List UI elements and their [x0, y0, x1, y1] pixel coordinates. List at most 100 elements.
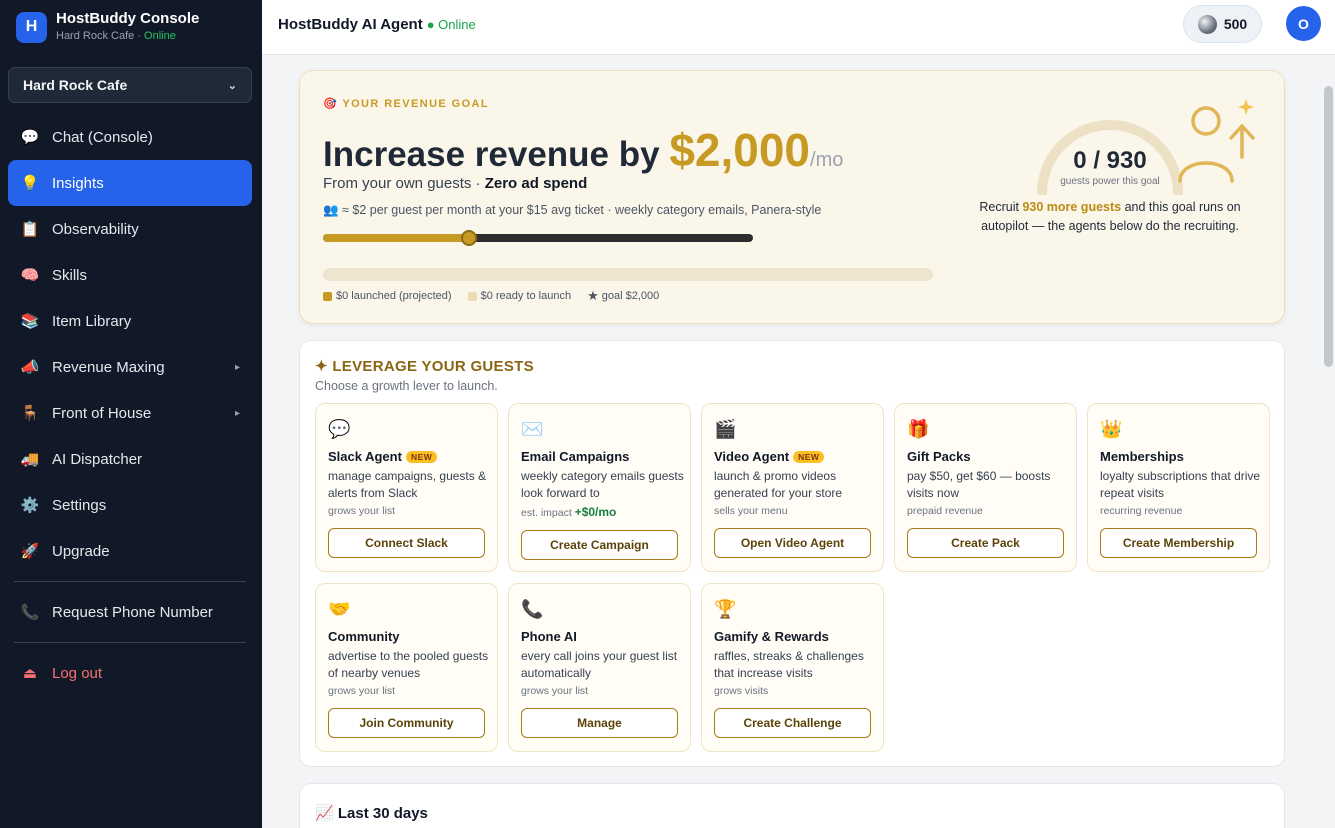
ready-swatch	[467, 291, 477, 301]
clipboard-icon: 📋	[20, 221, 40, 238]
sidebar-item-label: Observability	[52, 220, 139, 238]
sidebar-item-label: Chat (Console)	[52, 128, 153, 146]
sidebar-item-insights[interactable]: 💡 Insights	[8, 160, 252, 206]
launched-swatch	[323, 291, 332, 301]
lever-card-slack-agent: 💬 Slack Agent NEW manage campaigns, guest…	[315, 403, 498, 572]
sidebar-item-chat[interactable]: 💬 Chat (Console)	[8, 114, 252, 160]
lever-description: launch & promo videos generated for your…	[714, 469, 843, 500]
revenue-goal-card: 🎯 YOUR REVENUE GOAL Increase revenue by …	[299, 70, 1285, 324]
chair-icon: 🪑	[20, 405, 40, 422]
phone-icon: 📞	[20, 604, 40, 621]
create-challenge-button[interactable]: Create Challenge	[714, 708, 871, 738]
truck-icon: 🚚	[20, 451, 40, 468]
lever-card-video-agent: 🎬 Video Agent NEW launch & promo videos g…	[701, 403, 884, 572]
sidebar-item-logout[interactable]: ⏏ Log out	[8, 650, 252, 696]
lever-title: Community	[328, 629, 400, 644]
sidebar-nav: 💬 Chat (Console) 💡 Insights 📋 Observabil…	[8, 114, 252, 696]
sidebar-item-upgrade[interactable]: 🚀 Upgrade	[8, 528, 252, 574]
lever-footnote: grows visits	[714, 685, 769, 697]
sidebar-item-revenue-maxing[interactable]: 📣 Revenue Maxing ▸	[8, 344, 252, 390]
leverage-guests-card: ✦ LEVERAGE YOUR GUESTS Choose a growth l…	[299, 340, 1285, 767]
phone-icon: 📞	[521, 599, 544, 619]
section-title: 📈 Last 30 days	[315, 805, 428, 822]
connect-slack-button[interactable]: Connect Slack	[328, 528, 485, 558]
gauge-value: 0 / 930	[1073, 147, 1147, 174]
page-title: HostBuddy AI Agent ● Online	[278, 16, 476, 33]
scrollbar-thumb[interactable]	[1324, 86, 1333, 367]
sidebar-item-skills[interactable]: 🧠 Skills	[8, 252, 252, 298]
slider-handle[interactable]	[461, 230, 478, 246]
lever-footnote: grows your list	[328, 505, 396, 517]
lever-description: raffles, streaks & challenges that incre…	[714, 649, 864, 680]
chevron-right-icon: ▸	[234, 407, 240, 419]
sidebar-item-ai-dispatcher[interactable]: 🚚 AI Dispatcher	[8, 436, 252, 482]
sidebar: H HostBuddy Console Hard Rock Cafe · Onl…	[0, 0, 262, 828]
create-campaign-button[interactable]: Create Campaign	[521, 530, 678, 560]
sidebar-item-label: Upgrade	[52, 542, 110, 560]
join-community-button[interactable]: Join Community	[328, 708, 485, 738]
recruit-text: Recruit 930 more guests and this goal ru…	[979, 200, 1241, 233]
lever-footnote: grows your list	[521, 685, 589, 697]
lightbulb-icon: 💡	[20, 175, 40, 192]
new-badge: NEW	[793, 450, 825, 463]
megaphone-icon: 📣	[20, 359, 40, 376]
venue-select[interactable]: Hard Rock Cafe ⌄	[8, 67, 252, 103]
sidebar-divider	[14, 642, 246, 643]
goal-subtitle: From your own guests · Zero ad spend	[323, 175, 588, 192]
goal-amount: $2,000	[669, 124, 811, 176]
sidebar-item-label: AI Dispatcher	[52, 450, 143, 468]
manage-phone-button[interactable]: Manage	[521, 708, 678, 738]
chevron-right-icon: ▸	[234, 361, 240, 373]
sidebar-item-item-library[interactable]: 📚 Item Library	[8, 298, 252, 344]
lever-description: manage campaigns, guests & alerts from S…	[328, 469, 487, 500]
handshake-icon: 🤝	[328, 599, 351, 619]
coin-icon	[1197, 14, 1217, 34]
impact-value: +$0/mo	[574, 505, 617, 519]
sidebar-item-request-phone[interactable]: 📞 Request Phone Number	[8, 589, 252, 635]
goal-period: /mo	[810, 149, 844, 171]
credits-badge[interactable]: 500	[1183, 5, 1262, 43]
lever-card-gamify-rewards: 🏆 Gamify & Rewards raffles, streaks & ch…	[701, 583, 884, 752]
slider-fill	[323, 234, 470, 242]
venue-select-value: Hard Rock Cafe	[23, 77, 128, 93]
chevron-down-icon: ⌄	[227, 79, 237, 92]
sidebar-item-label: Revenue Maxing	[52, 358, 165, 376]
lever-card-gift-packs: 🎁 Gift Packs pay $50, get $60 — boosts v…	[894, 403, 1077, 572]
lever-title: Phone AI	[521, 629, 577, 644]
brand-subtitle: Hard Rock Cafe · Online	[56, 30, 176, 42]
envelope-icon: ✉️	[521, 419, 544, 439]
open-video-agent-button[interactable]: Open Video Agent	[714, 528, 871, 558]
brain-icon: 🧠	[20, 267, 40, 284]
create-membership-button[interactable]: Create Membership	[1100, 528, 1257, 558]
goal-slider[interactable]	[323, 230, 753, 246]
sidebar-item-observability[interactable]: 📋 Observability	[8, 206, 252, 252]
sidebar-item-label: Skills	[52, 266, 88, 284]
sidebar-item-front-of-house[interactable]: 🪑 Front of House ▸	[8, 390, 252, 436]
progress-legend: $0 launched (projected) $0 ready to laun…	[323, 288, 675, 304]
star-icon: ★	[587, 288, 599, 303]
credits-value: 500	[1223, 16, 1248, 32]
gift-icon: 🎁	[907, 419, 930, 439]
lever-description: every call joins your guest list automat…	[521, 649, 678, 680]
status-indicator: ● Online	[426, 17, 476, 32]
legend-goal: goal $2,000	[601, 290, 660, 302]
brand-logo: H	[16, 11, 47, 43]
new-badge: NEW	[405, 450, 438, 463]
lever-footnote: prepaid revenue	[907, 505, 983, 517]
chat-bubble-icon: 💬	[20, 129, 40, 146]
trophy-icon: 🏆	[714, 599, 737, 619]
top-header: HostBuddy AI Agent ● Online 500 O	[262, 0, 1335, 55]
section-subtitle: Choose a growth lever to launch.	[315, 379, 498, 393]
last-30-days-card: 📈 Last 30 days	[299, 783, 1285, 828]
avatar[interactable]: O	[1286, 6, 1321, 41]
goal-note: 👥 ≈ $2 per guest per month at your $15 a…	[323, 203, 822, 217]
brand-status: Online	[144, 30, 176, 42]
create-pack-button[interactable]: Create Pack	[907, 528, 1064, 558]
sidebar-item-settings[interactable]: ⚙️ Settings	[8, 482, 252, 528]
lever-card-email-campaigns: ✉️ Email Campaigns weekly category email…	[508, 403, 691, 572]
lever-description: weekly category emails guests look forwa…	[521, 469, 684, 500]
lever-description: pay $50, get $60 — boosts visits now	[907, 469, 1051, 500]
goal-eyebrow: 🎯 YOUR REVENUE GOAL	[323, 98, 490, 110]
lever-title: Gift Packs	[907, 449, 971, 464]
lever-footnote: grows your list	[328, 685, 396, 697]
